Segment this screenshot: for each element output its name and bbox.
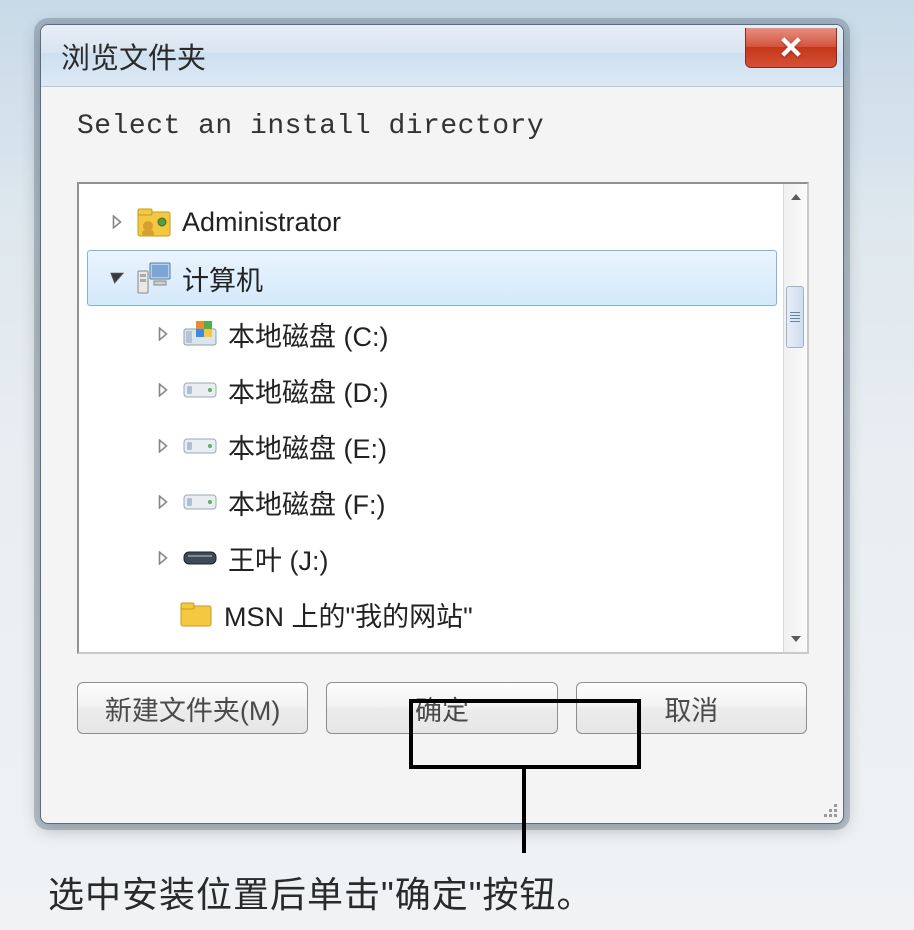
expand-arrow-down-icon[interactable] — [104, 265, 130, 291]
button-row: 新建文件夹(M) 确定 取消 — [77, 682, 807, 734]
caption-text: 选中安装位置后单击"确定"按钮。 — [48, 866, 594, 918]
expand-arrow-right-icon[interactable] — [150, 433, 176, 459]
drive-icon — [180, 370, 220, 410]
drive-icon — [180, 426, 220, 466]
tree-item-label: 本地磁盘 (E:) — [228, 427, 387, 466]
tree-item-label: MSN 上的"我的网站" — [224, 595, 473, 634]
expand-arrow-right-icon[interactable] — [150, 489, 176, 515]
scrollbar-vertical[interactable] — [783, 184, 807, 652]
scroll-thumb[interactable] — [786, 286, 804, 348]
close-icon — [777, 36, 805, 58]
scroll-up-button[interactable] — [785, 186, 807, 208]
tree-item[interactable]: 王叶 (J:) — [85, 530, 777, 586]
expand-arrow-right-icon[interactable] — [104, 209, 130, 235]
scroll-down-button[interactable] — [785, 628, 807, 650]
titlebar: 浏览文件夹 — [41, 25, 843, 87]
tree-item[interactable]: Administrator — [85, 194, 777, 250]
tree-item[interactable]: MSN 上的"我的网站" — [85, 586, 777, 642]
tree-item-label: Administrator — [182, 207, 341, 238]
tree-item-label: 本地磁盘 (F:) — [228, 483, 385, 522]
expand-arrow-right-icon[interactable] — [150, 377, 176, 403]
tree-item[interactable]: 本地磁盘 (D:) — [85, 362, 777, 418]
user-folder-icon — [134, 202, 174, 242]
drive-win-icon — [180, 314, 220, 354]
browse-folder-dialog: 浏览文件夹 Select an install directory Admini… — [40, 24, 844, 824]
cancel-button[interactable]: 取消 — [576, 682, 807, 734]
new-folder-button[interactable]: 新建文件夹(M) — [77, 682, 308, 734]
close-button[interactable] — [745, 28, 837, 68]
folder-tree: Administrator 计算机本地磁盘 (C:) 本地磁盘 (D:) 本地磁盘 (… — [77, 182, 809, 654]
tree-item[interactable]: 本地磁盘 (E:) — [85, 418, 777, 474]
tree-item-label: 王叶 (J:) — [228, 539, 329, 578]
tree-item[interactable]: 计算机 — [87, 250, 777, 306]
folder-icon — [176, 594, 216, 634]
expand-arrow-right-icon[interactable] — [150, 321, 176, 347]
scroll-track[interactable] — [784, 208, 807, 628]
tree-item-label: 计算机 — [182, 259, 263, 298]
expand-arrow-right-icon[interactable] — [150, 545, 176, 571]
tree-item-label: 本地磁盘 (D:) — [228, 371, 388, 410]
dialog-title: 浏览文件夹 — [61, 35, 206, 77]
tree-item[interactable]: 本地磁盘 (C:) — [85, 306, 777, 362]
tree-item-label: 本地磁盘 (C:) — [228, 315, 388, 354]
computer-icon — [134, 258, 174, 298]
drive-icon — [180, 482, 220, 522]
ok-button[interactable]: 确定 — [326, 682, 557, 734]
instruction-text: Select an install directory — [77, 111, 807, 142]
callout-line — [522, 769, 526, 853]
scanner-icon — [180, 538, 220, 578]
resize-grip[interactable] — [819, 799, 837, 817]
tree-item[interactable]: 本地磁盘 (F:) — [85, 474, 777, 530]
